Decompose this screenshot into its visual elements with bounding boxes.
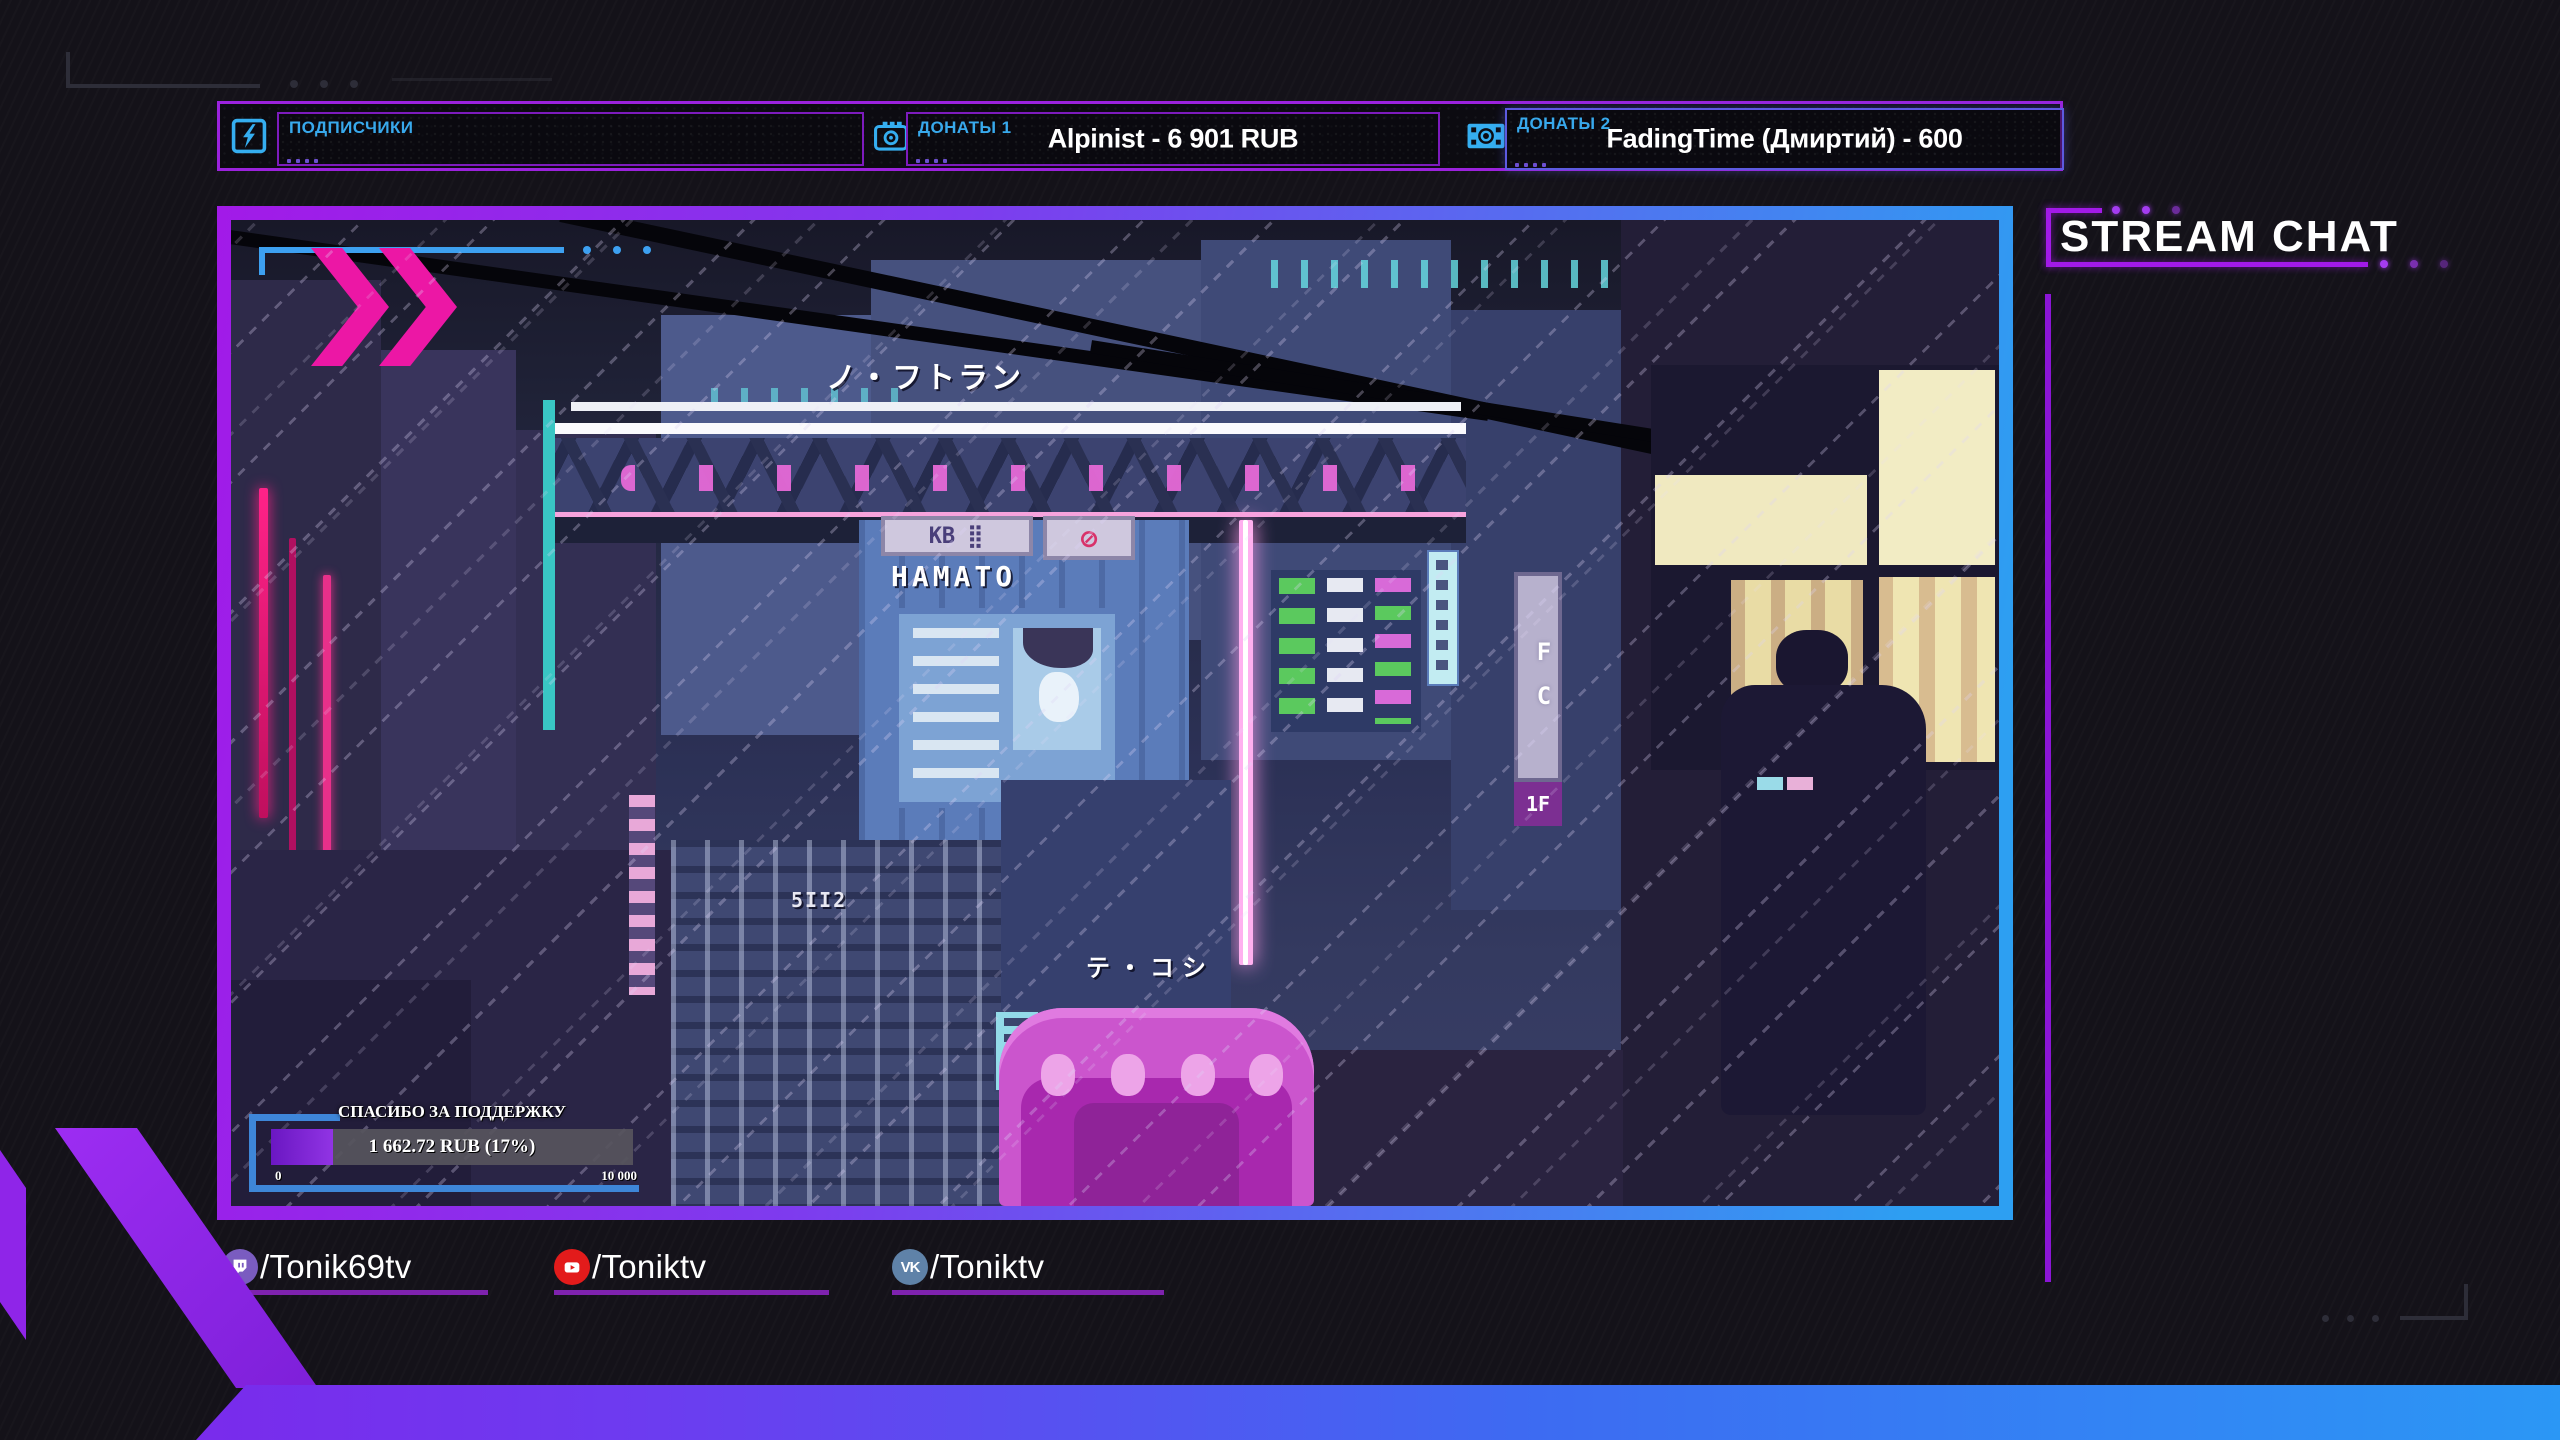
art-1f-badge: 1F	[1514, 782, 1562, 826]
subscribers-label: ПОДПИСЧИКИ	[289, 118, 414, 137]
social-underline	[892, 1290, 1164, 1295]
art-lights-row	[621, 465, 1451, 491]
art-notice-board	[893, 608, 1121, 808]
chat-underline	[2046, 262, 2368, 267]
art-beam	[551, 423, 1466, 434]
goal-scale-min: 0	[275, 1168, 282, 1183]
art-neon-stripe	[323, 575, 331, 875]
goal-scale-max: 10 000	[601, 1168, 637, 1183]
art-magenta-arch	[999, 1008, 1314, 1206]
kb-text: КВ	[928, 523, 956, 549]
footer-gradient-band	[196, 1385, 2560, 1440]
cyan-sign-glyphs	[1436, 560, 1448, 676]
art-window-grid-building	[1271, 570, 1421, 732]
youtube-handle: /Toniktv	[592, 1248, 707, 1285]
art-neon-stripe	[289, 538, 296, 898]
figure-body	[1721, 685, 1926, 1115]
art-sign-kana-bottom: テ・コシ	[1086, 954, 1214, 982]
subscribers-widget: ПОДПИСЧИКИ	[277, 112, 864, 166]
vk-icon-text: VK	[900, 1258, 921, 1276]
arch-light	[1249, 1054, 1283, 1096]
grid-col	[1375, 578, 1411, 724]
art-teal-column	[543, 400, 555, 730]
faint-line-top	[392, 78, 552, 81]
dots-decoration-bottom	[2322, 1315, 2379, 1322]
arch-light	[1041, 1054, 1075, 1096]
chat-vertical-line	[2045, 294, 2051, 1282]
art-sign-kana-top: ノ・フトラン	[826, 361, 1024, 396]
board-lines	[913, 628, 999, 788]
donations2-value: FadingTime (Дмиртий) - 600	[1606, 123, 1963, 154]
banknote-icon	[1467, 123, 1505, 149]
corner-dots	[287, 159, 318, 163]
art-fc-sign: FC	[1514, 572, 1562, 782]
art-pink-neon-core	[1243, 520, 1248, 965]
art-window-pane	[1877, 370, 1995, 566]
goal-value: 1 662.72 RUB (17%)	[368, 1136, 536, 1157]
portrait-face	[1039, 672, 1079, 722]
art-corner-bracket	[259, 247, 265, 275]
stream-overlay-scene: ПОДПИСЧИКИ ДОНАТЫ 1 Alpinist - 6 901 RUB…	[0, 0, 2560, 1440]
game-capture-art: ノ・フトラン КВ ⣿ ⊘ HAMATO FC 1F 5II2 テ・コシ СПА…	[231, 220, 1999, 1206]
donations1-widget: ДОНАТЫ 1 Alpinist - 6 901 RUB	[906, 112, 1440, 166]
art-window-pane	[1655, 475, 1867, 567]
donations2-widget: ДОНАТЫ 2 FadingTime (Дмиртий) - 600	[1505, 108, 2064, 170]
chat-dots-right	[2380, 260, 2448, 268]
grid-col	[1279, 578, 1315, 724]
game-capture-frame: ノ・フトラン КВ ⣿ ⊘ HAMATO FC 1F 5II2 テ・コシ СПА…	[217, 206, 2013, 1220]
corner-dots	[916, 159, 947, 163]
art-cyan-sign	[1427, 550, 1459, 686]
goal-scale: 0 10 000	[275, 1168, 637, 1184]
art-bracket-dots	[583, 246, 651, 254]
chat-bracket-left	[2046, 208, 2051, 266]
corner-bracket-bottom-right	[2464, 1284, 2468, 1320]
alerts-top-bar: ПОДПИСЧИКИ ДОНАТЫ 1 Alpinist - 6 901 RUB…	[217, 101, 2064, 171]
board-portrait	[1013, 628, 1101, 750]
art-window-row	[1271, 260, 1631, 288]
art-figure-silhouette	[1681, 615, 1961, 1206]
camera-icon	[874, 121, 908, 151]
one-f-text: 1F	[1525, 792, 1551, 816]
social-link-vk[interactable]: VK /Toniktv	[892, 1248, 1164, 1304]
goal-title: СПАСИБО ЗА ПОДДЕРЖКУ	[338, 1102, 566, 1121]
art-sign-digits: 5II2	[791, 888, 848, 912]
art-beam	[571, 402, 1461, 411]
vk-icon: VK	[892, 1249, 928, 1285]
art-sign-hamato: HAMATO	[891, 560, 1017, 593]
dots-decoration-top	[290, 80, 358, 88]
art-sign-kb: КВ ⣿	[881, 516, 1033, 556]
art-sign-no-entry: ⊘	[1043, 516, 1135, 560]
subscriber-icon	[231, 118, 267, 154]
footer-diagonal-sliver	[0, 1150, 26, 1340]
social-link-youtube[interactable]: /Toniktv	[554, 1248, 829, 1304]
figure-glasses-cyan	[1757, 777, 1783, 790]
figure-glasses-pink	[1787, 777, 1813, 790]
arch-light	[1111, 1054, 1145, 1096]
art-window-mullion	[1651, 565, 1999, 577]
donations1-value: Alpinist - 6 901 RUB	[1047, 123, 1299, 154]
grid-col	[1327, 578, 1363, 724]
no-entry-glyph: ⊘	[1080, 521, 1098, 555]
corner-dots	[1515, 163, 1546, 167]
art-ladder-lights	[629, 795, 655, 995]
corner-bracket-top-left	[66, 52, 70, 88]
social-underline	[222, 1290, 488, 1295]
donation-goal-widget: СПАСИБО ЗА ПОДДЕРЖКУ 1 662.72 RUB (17%) …	[247, 1102, 651, 1202]
vk-handle: /Toniktv	[930, 1248, 1045, 1285]
youtube-icon	[554, 1249, 590, 1285]
art-neon-stripe	[259, 488, 268, 818]
corner-bracket-top-left-line	[66, 84, 260, 88]
arch-opening	[1074, 1103, 1239, 1206]
stream-chat-title: STREAM CHAT	[2060, 212, 2399, 261]
art-foreground-roof	[1311, 1050, 1623, 1206]
arch-light	[1181, 1054, 1215, 1096]
goal-progress-bar: 1 662.72 RUB (17%)	[271, 1129, 633, 1165]
twitch-handle: /Tonik69tv	[260, 1248, 412, 1285]
social-underline	[554, 1290, 829, 1295]
corner-bracket-bottom-right-line	[2400, 1316, 2468, 1320]
portrait-hair	[1023, 628, 1093, 668]
